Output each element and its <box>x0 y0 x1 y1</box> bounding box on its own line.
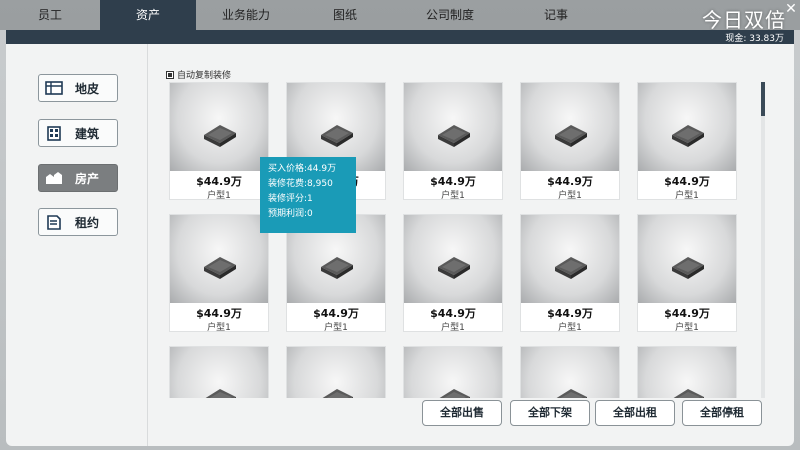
property-type: 户型1 <box>441 323 465 333</box>
sidebar-item-land[interactable]: 地皮 <box>38 74 118 102</box>
tooltip-buy-price: 买入价格:44.9万 <box>268 164 337 174</box>
property-type: 户型1 <box>207 323 231 333</box>
stop-rent-all-button[interactable]: 全部停租 <box>682 400 762 426</box>
tooltip-decor-cost: 装修花费:8,950 <box>268 179 333 189</box>
house-model-icon <box>439 389 470 398</box>
house-model-icon <box>555 257 587 279</box>
delist-all-button[interactable]: 全部下架 <box>510 400 590 426</box>
property-thumbnail <box>521 83 619 171</box>
property-card[interactable] <box>520 346 620 398</box>
property-type: 户型1 <box>207 191 231 201</box>
house-model-icon <box>672 125 704 147</box>
house-model-icon <box>438 125 470 147</box>
property-card[interactable] <box>637 346 737 398</box>
property-price: $44.9万 <box>196 175 242 188</box>
property-price: $44.9万 <box>664 175 710 188</box>
tab-company-policy[interactable]: 公司制度 <box>394 0 506 30</box>
property-card[interactable]: $44.9万户型1 <box>403 82 503 201</box>
tooltip-expected-profit: 预期利润:0 <box>268 209 313 219</box>
cash-readout: 现金: 33.83万 <box>725 34 784 44</box>
property-card[interactable]: $44.9万户型1 <box>403 214 503 333</box>
house-model-icon <box>204 125 236 147</box>
property-type: 户型1 <box>675 323 699 333</box>
tab-assets[interactable]: 资产 <box>100 0 196 30</box>
map-icon <box>45 81 63 95</box>
property-price: $44.9万 <box>196 307 242 320</box>
sidebar-item-label: 地皮 <box>75 81 100 96</box>
close-icon[interactable]: ✕ <box>784 2 798 16</box>
sell-all-button[interactable]: 全部出售 <box>422 400 502 426</box>
property-thumbnail <box>638 347 736 398</box>
auto-copy-label: 自动复制装修 <box>177 71 232 81</box>
sidebar-item-label: 房产 <box>75 171 100 186</box>
header-strip <box>6 30 794 44</box>
property-type: 户型1 <box>324 323 348 333</box>
property-thumbnail <box>638 83 736 171</box>
house-model-icon <box>438 257 470 279</box>
property-grid: $44.9万 户型1 $44.9万 户型1 $44.9万 户型1 $44.9万 户型1 $44.… <box>169 82 759 398</box>
property-thumbnail <box>170 215 268 303</box>
property-card[interactable]: $44.9万户型1 <box>637 214 737 333</box>
property-card[interactable]: $44.9万户型1 <box>169 82 269 201</box>
property-card[interactable]: $44.9万户型1 <box>520 214 620 333</box>
property-price: $44.9万 <box>664 307 710 320</box>
property-thumbnail <box>287 347 385 398</box>
sidebar-item-lease[interactable]: 租约 <box>38 208 118 236</box>
house-model-icon <box>204 257 236 279</box>
asset-sidebar: 地皮 建筑 房产 租约 <box>6 44 148 446</box>
sidebar-item-label: 租约 <box>75 215 100 230</box>
property-thumbnail <box>170 83 268 171</box>
assets-panel: 地皮 建筑 房产 租约 自动复制装修 $44.9万 户型1 $44.9万 户型1… <box>6 44 794 446</box>
property-card[interactable] <box>169 346 269 398</box>
property-price: $44.9万 <box>547 307 593 320</box>
property-thumbnail <box>404 215 502 303</box>
grid-scrollbar[interactable] <box>761 82 765 398</box>
contract-icon <box>47 215 61 230</box>
house-model-icon <box>673 389 704 398</box>
tab-notes[interactable]: 记事 <box>506 0 606 30</box>
property-price: $44.9万 <box>547 175 593 188</box>
tab-blueprints[interactable]: 图纸 <box>296 0 394 30</box>
house-model-icon <box>556 389 587 398</box>
property-icon <box>46 172 62 184</box>
property-card[interactable]: $44.9万户型1 <box>169 214 269 333</box>
property-card[interactable]: $44.9万户型1 <box>637 82 737 201</box>
house-model-icon <box>555 125 587 147</box>
tab-staff[interactable]: 员工 <box>0 0 100 30</box>
double-today-label: 今日双倍 <box>702 8 786 32</box>
property-card[interactable] <box>286 346 386 398</box>
property-thumbnail <box>404 83 502 171</box>
property-card[interactable]: $44.9万户型1 <box>520 82 620 201</box>
sidebar-item-label: 建筑 <box>75 126 100 141</box>
house-model-icon <box>205 389 236 398</box>
property-thumbnail <box>638 215 736 303</box>
property-price: $44.9万 <box>430 307 476 320</box>
auto-copy-row[interactable]: 自动复制装修 <box>166 68 231 81</box>
property-card[interactable] <box>403 346 503 398</box>
tooltip-decor-score: 装修评分:1 <box>268 194 313 204</box>
building-icon <box>47 126 61 141</box>
sidebar-item-property[interactable]: 房产 <box>38 164 118 192</box>
house-model-icon <box>321 125 353 147</box>
sidebar-item-building[interactable]: 建筑 <box>38 119 118 147</box>
property-thumbnail <box>521 347 619 398</box>
property-tooltip: 买入价格:44.9万 装修花费:8,950 装修评分:1 预期利润:0 <box>260 157 356 233</box>
property-type: 户型1 <box>558 323 582 333</box>
top-tab-bar: 员工 资产 业务能力 图纸 公司制度 记事 <box>0 0 800 30</box>
house-model-icon <box>321 257 353 279</box>
rent-all-button[interactable]: 全部出租 <box>595 400 675 426</box>
house-model-icon <box>322 389 353 398</box>
property-type: 户型1 <box>558 191 582 201</box>
property-thumbnail <box>521 215 619 303</box>
tab-business-ability[interactable]: 业务能力 <box>196 0 296 30</box>
auto-copy-checkbox[interactable] <box>166 70 174 79</box>
property-price: $44.9万 <box>313 307 359 320</box>
property-thumbnail <box>170 347 268 398</box>
property-type: 户型1 <box>675 191 699 201</box>
property-price: $44.9万 <box>430 175 476 188</box>
house-model-icon <box>672 257 704 279</box>
property-thumbnail <box>404 347 502 398</box>
property-type: 户型1 <box>441 191 465 201</box>
grid-scroll-thumb[interactable] <box>761 82 765 116</box>
